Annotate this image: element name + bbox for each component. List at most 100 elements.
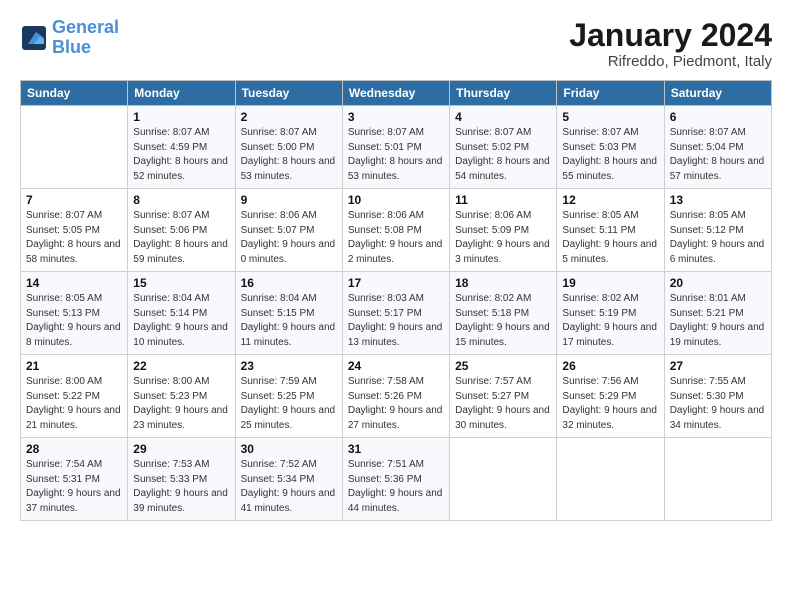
day-info: Sunrise: 8:06 AMSunset: 5:07 PMDaylight:… <box>241 209 337 267</box>
day-number: 8 <box>133 193 229 207</box>
day-info: Sunrise: 7:58 AMSunset: 5:26 PMDaylight:… <box>348 375 444 433</box>
day-number: 14 <box>26 276 122 290</box>
day-info: Sunrise: 8:07 AMSunset: 5:06 PMDaylight:… <box>133 209 229 267</box>
day-info: Sunrise: 8:00 AMSunset: 5:22 PMDaylight:… <box>26 375 122 433</box>
day-cell: 2 Sunrise: 8:07 AMSunset: 5:00 PMDaylight… <box>235 106 342 189</box>
day-number: 15 <box>133 276 229 290</box>
day-number: 17 <box>348 276 444 290</box>
day-cell: 10 Sunrise: 8:06 AMSunset: 5:08 PMDayligh… <box>342 189 449 272</box>
day-cell: 31 Sunrise: 7:51 AMSunset: 5:36 PMDayligh… <box>342 438 449 521</box>
day-cell: 15 Sunrise: 8:04 AMSunset: 5:14 PMDayligh… <box>128 272 235 355</box>
day-cell: 13 Sunrise: 8:05 AMSunset: 5:12 PMDayligh… <box>664 189 771 272</box>
day-info: Sunrise: 8:01 AMSunset: 5:21 PMDaylight:… <box>670 292 766 350</box>
day-info: Sunrise: 8:07 AMSunset: 5:05 PMDaylight:… <box>26 209 122 267</box>
day-cell: 16 Sunrise: 8:04 AMSunset: 5:15 PMDayligh… <box>235 272 342 355</box>
day-number: 21 <box>26 359 122 373</box>
day-number: 16 <box>241 276 337 290</box>
week-row-3: 14 Sunrise: 8:05 AMSunset: 5:13 PMDayligh… <box>21 272 772 355</box>
day-cell: 4 Sunrise: 8:07 AMSunset: 5:02 PMDaylight… <box>450 106 557 189</box>
day-info: Sunrise: 8:07 AMSunset: 4:59 PMDaylight:… <box>133 126 229 184</box>
day-number: 5 <box>562 110 658 124</box>
day-info: Sunrise: 8:05 AMSunset: 5:12 PMDaylight:… <box>670 209 766 267</box>
header: General Blue January 2024 Rifreddo, Pied… <box>20 18 772 70</box>
dow-header-friday: Friday <box>557 81 664 106</box>
day-info: Sunrise: 8:02 AMSunset: 5:19 PMDaylight:… <box>562 292 658 350</box>
dow-header-tuesday: Tuesday <box>235 81 342 106</box>
day-cell: 26 Sunrise: 7:56 AMSunset: 5:29 PMDayligh… <box>557 355 664 438</box>
day-number: 30 <box>241 442 337 456</box>
logo-line1: General <box>52 17 119 37</box>
day-cell: 30Sunrise: 7:52 AMSunset: 5:34 PMDayligh… <box>235 438 342 521</box>
logo-icon <box>20 24 48 52</box>
day-number: 23 <box>241 359 337 373</box>
week-row-2: 7 Sunrise: 8:07 AMSunset: 5:05 PMDaylight… <box>21 189 772 272</box>
day-cell: 19 Sunrise: 8:02 AMSunset: 5:19 PMDayligh… <box>557 272 664 355</box>
day-cell: 27 Sunrise: 7:55 AMSunset: 5:30 PMDayligh… <box>664 355 771 438</box>
day-number: 2 <box>241 110 337 124</box>
day-number: 6 <box>670 110 766 124</box>
day-number: 13 <box>670 193 766 207</box>
day-cell: 6 Sunrise: 8:07 AMSunset: 5:04 PMDaylight… <box>664 106 771 189</box>
day-number: 1 <box>133 110 229 124</box>
day-number: 18 <box>455 276 551 290</box>
day-number: 29 <box>133 442 229 456</box>
day-info: Sunrise: 8:07 AMSunset: 5:03 PMDaylight:… <box>562 126 658 184</box>
day-info: Sunrise: 8:05 AMSunset: 5:11 PMDaylight:… <box>562 209 658 267</box>
day-number: 27 <box>670 359 766 373</box>
week-row-5: 28Sunrise: 7:54 AMSunset: 5:31 PMDayligh… <box>21 438 772 521</box>
day-number: 11 <box>455 193 551 207</box>
day-cell <box>450 438 557 521</box>
day-cell: 14 Sunrise: 8:05 AMSunset: 5:13 PMDayligh… <box>21 272 128 355</box>
day-info: Sunrise: 7:53 AMSunset: 5:33 PMDaylight:… <box>133 458 229 516</box>
day-number: 25 <box>455 359 551 373</box>
day-number: 3 <box>348 110 444 124</box>
day-cell: 20 Sunrise: 8:01 AMSunset: 5:21 PMDayligh… <box>664 272 771 355</box>
day-cell: 3 Sunrise: 8:07 AMSunset: 5:01 PMDaylight… <box>342 106 449 189</box>
day-info: Sunrise: 8:07 AMSunset: 5:04 PMDaylight:… <box>670 126 766 184</box>
day-cell: 24 Sunrise: 7:58 AMSunset: 5:26 PMDayligh… <box>342 355 449 438</box>
day-info: Sunrise: 8:04 AMSunset: 5:15 PMDaylight:… <box>241 292 337 350</box>
calendar: SundayMondayTuesdayWednesdayThursdayFrid… <box>20 80 772 521</box>
dow-header-thursday: Thursday <box>450 81 557 106</box>
day-info: Sunrise: 8:06 AMSunset: 5:08 PMDaylight:… <box>348 209 444 267</box>
day-info: Sunrise: 8:00 AMSunset: 5:23 PMDaylight:… <box>133 375 229 433</box>
day-info: Sunrise: 8:07 AMSunset: 5:01 PMDaylight:… <box>348 126 444 184</box>
day-number: 7 <box>26 193 122 207</box>
day-number: 19 <box>562 276 658 290</box>
day-number: 20 <box>670 276 766 290</box>
day-info: Sunrise: 7:56 AMSunset: 5:29 PMDaylight:… <box>562 375 658 433</box>
day-cell: 8 Sunrise: 8:07 AMSunset: 5:06 PMDaylight… <box>128 189 235 272</box>
day-cell <box>664 438 771 521</box>
day-info: Sunrise: 8:04 AMSunset: 5:14 PMDaylight:… <box>133 292 229 350</box>
day-cell: 18Sunrise: 8:02 AMSunset: 5:18 PMDayligh… <box>450 272 557 355</box>
day-info: Sunrise: 8:05 AMSunset: 5:13 PMDaylight:… <box>26 292 122 350</box>
sub-title: Rifreddo, Piedmont, Italy <box>569 53 772 70</box>
main-title: January 2024 <box>569 18 772 53</box>
day-cell <box>557 438 664 521</box>
day-cell: 21 Sunrise: 8:00 AMSunset: 5:22 PMDayligh… <box>21 355 128 438</box>
day-number: 24 <box>348 359 444 373</box>
day-info: Sunrise: 7:55 AMSunset: 5:30 PMDaylight:… <box>670 375 766 433</box>
day-cell: 17Sunrise: 8:03 AMSunset: 5:17 PMDayligh… <box>342 272 449 355</box>
day-number: 26 <box>562 359 658 373</box>
dow-header-sunday: Sunday <box>21 81 128 106</box>
day-info: Sunrise: 7:51 AMSunset: 5:36 PMDaylight:… <box>348 458 444 516</box>
day-info: Sunrise: 8:07 AMSunset: 5:02 PMDaylight:… <box>455 126 551 184</box>
day-number: 10 <box>348 193 444 207</box>
day-number: 4 <box>455 110 551 124</box>
dow-header-saturday: Saturday <box>664 81 771 106</box>
day-cell: 9Sunrise: 8:06 AMSunset: 5:07 PMDaylight… <box>235 189 342 272</box>
week-row-4: 21 Sunrise: 8:00 AMSunset: 5:22 PMDayligh… <box>21 355 772 438</box>
title-block: January 2024 Rifreddo, Piedmont, Italy <box>569 18 772 70</box>
day-info: Sunrise: 7:57 AMSunset: 5:27 PMDaylight:… <box>455 375 551 433</box>
day-cell: 23Sunrise: 7:59 AMSunset: 5:25 PMDayligh… <box>235 355 342 438</box>
day-number: 28 <box>26 442 122 456</box>
day-info: Sunrise: 8:07 AMSunset: 5:00 PMDaylight:… <box>241 126 337 184</box>
day-cell: 1 Sunrise: 8:07 AMSunset: 4:59 PMDaylight… <box>128 106 235 189</box>
day-cell: 7 Sunrise: 8:07 AMSunset: 5:05 PMDaylight… <box>21 189 128 272</box>
day-cell: 22Sunrise: 8:00 AMSunset: 5:23 PMDayligh… <box>128 355 235 438</box>
dow-header-wednesday: Wednesday <box>342 81 449 106</box>
day-number: 31 <box>348 442 444 456</box>
day-info: Sunrise: 8:06 AMSunset: 5:09 PMDaylight:… <box>455 209 551 267</box>
logo-line2: Blue <box>52 37 91 57</box>
